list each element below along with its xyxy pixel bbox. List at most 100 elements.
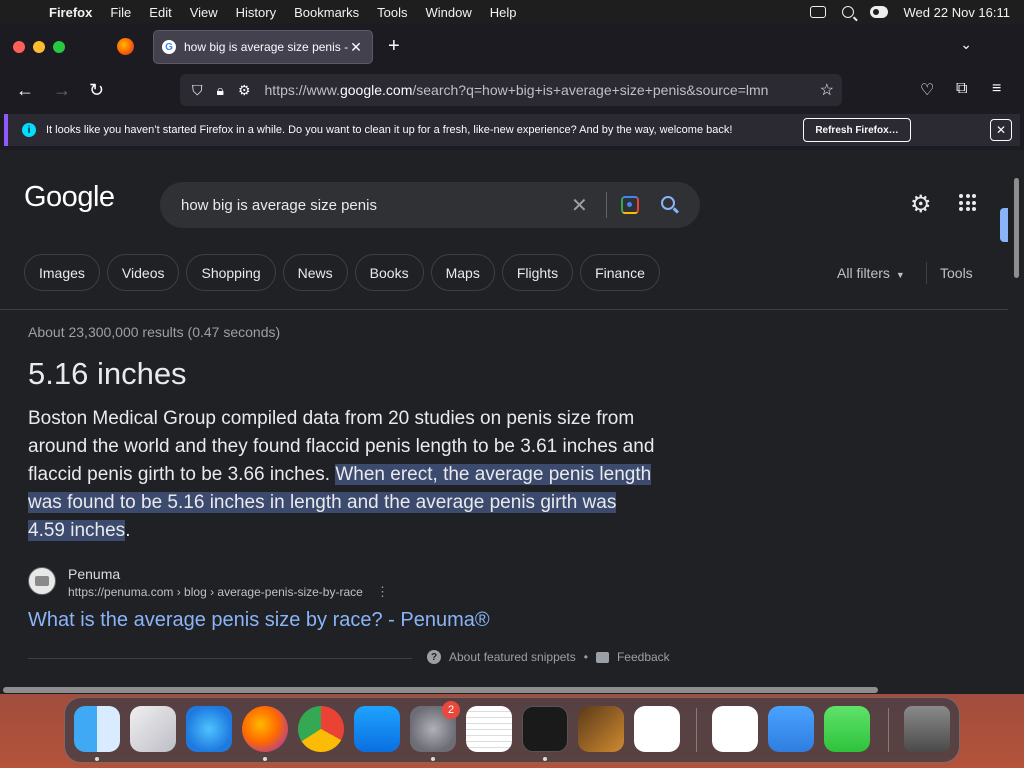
weather-icon[interactable] — [768, 706, 814, 752]
vertical-scrollbar[interactable] — [1008, 150, 1024, 686]
tab-close-icon[interactable]: ✕ — [348, 39, 364, 56]
chip-news[interactable]: News — [282, 254, 348, 291]
info-icon: i — [22, 123, 36, 137]
vertical-scroll-thumb[interactable] — [1014, 178, 1019, 278]
menu-bookmarks[interactable]: Bookmarks — [285, 5, 368, 20]
macos-menubar: Firefox File Edit View History Bookmarks… — [0, 0, 1024, 24]
messages-icon[interactable] — [824, 706, 870, 752]
menu-history[interactable]: History — [227, 5, 285, 20]
zoom-window-button[interactable] — [53, 41, 65, 53]
menu-help[interactable]: Help — [481, 5, 526, 20]
chip-finance[interactable]: Finance — [580, 254, 660, 291]
horizontal-scroll-thumb[interactable] — [3, 687, 878, 693]
hamburger-menu-icon[interactable]: ≡ — [992, 80, 1001, 98]
menubar-clock[interactable]: Wed 22 Nov 16:11 — [904, 5, 1010, 20]
settings-notification-badge: 2 — [442, 701, 460, 719]
search-icon[interactable] — [661, 196, 675, 210]
pocket-icon[interactable]: ♡ — [920, 80, 934, 100]
tools-button[interactable]: Tools — [940, 265, 973, 281]
help-question-icon: ? — [427, 650, 441, 664]
lock-icon[interactable]: 🔒︎ — [217, 82, 224, 99]
google-apps-grid-icon[interactable] — [959, 194, 976, 211]
chip-books[interactable]: Books — [354, 254, 424, 291]
feedback-icon — [595, 651, 609, 663]
horizontal-scrollbar[interactable] — [0, 686, 1024, 694]
tab-google-search[interactable]: G how big is average size penis - G ✕ — [153, 30, 373, 64]
menu-edit[interactable]: Edit — [140, 5, 180, 20]
snippet-end: . — [125, 520, 131, 541]
menu-file[interactable]: File — [101, 5, 140, 20]
url-bar[interactable]: ⛉ 🔒︎ ⚙︎ https://www.google.com/search?q=… — [180, 74, 842, 106]
search-filter-chips: Images Videos Shopping News Books Maps F… — [24, 254, 660, 291]
chip-flights[interactable]: Flights — [501, 254, 574, 291]
list-all-tabs-chevron-icon[interactable]: ⌄ — [960, 36, 972, 53]
source-site-name[interactable]: Penuma — [68, 566, 120, 582]
menu-app-firefox[interactable]: Firefox — [40, 5, 101, 20]
snippet-footer-line — [28, 658, 412, 659]
featured-answer: 5.16 inches — [28, 356, 187, 391]
all-filters-label: All filters — [837, 265, 890, 281]
window-controls — [0, 41, 65, 53]
menu-window[interactable]: Window — [417, 5, 481, 20]
close-notification-icon[interactable]: ✕ — [990, 119, 1012, 141]
source-favicon[interactable] — [28, 567, 56, 595]
macos-dock: 2 — [64, 697, 960, 763]
sign-in-edge-tab[interactable] — [1000, 208, 1008, 242]
extensions-puzzle-icon[interactable]: ⧉ — [956, 80, 967, 98]
terminal-icon[interactable] — [522, 706, 568, 752]
menu-view[interactable]: View — [181, 5, 227, 20]
visual-studio-icon[interactable] — [712, 706, 758, 752]
search-query-text[interactable]: how big is average size penis — [181, 197, 377, 214]
footer-bullet: • — [583, 650, 588, 664]
search-input[interactable]: how big is average size penis ✕ — [160, 182, 700, 228]
more-options-icon[interactable]: ⋮ — [376, 584, 389, 600]
screen-mirroring-icon[interactable] — [809, 6, 826, 18]
google-lens-icon[interactable] — [621, 196, 639, 214]
launchpad-icon[interactable] — [130, 706, 176, 752]
close-window-button[interactable] — [13, 41, 25, 53]
chip-images[interactable]: Images — [24, 254, 100, 291]
minimize-window-button[interactable] — [33, 41, 45, 53]
spotlight-search-icon[interactable] — [841, 6, 854, 18]
vscode-icon[interactable] — [634, 706, 680, 752]
firefox-icon[interactable] — [242, 706, 288, 752]
about-featured-snippets-link[interactable]: About featured snippets — [449, 650, 576, 664]
clear-search-icon[interactable]: ✕ — [571, 193, 588, 218]
all-filters-button[interactable]: All filters ▼ — [837, 265, 905, 281]
firefox-pinned-tab-icon[interactable] — [117, 38, 134, 55]
result-title-link[interactable]: What is the average penis size by race? … — [28, 609, 490, 632]
chrome-icon[interactable] — [298, 706, 344, 752]
control-center-icon[interactable] — [869, 6, 888, 18]
dock-separator — [696, 708, 697, 752]
google-logo[interactable]: Google — [24, 181, 115, 214]
tracking-shield-icon[interactable]: ⛉ — [192, 82, 203, 99]
trash-icon[interactable] — [904, 706, 950, 752]
textedit-icon[interactable] — [466, 706, 512, 752]
chip-videos[interactable]: Videos — [106, 254, 180, 291]
chip-shopping[interactable]: Shopping — [186, 254, 276, 291]
featured-snippet-text: Boston Medical Group compiled data from … — [28, 405, 658, 545]
search-divider — [606, 192, 607, 218]
result-stats: About 23,300,000 results (0.47 seconds) — [28, 324, 281, 340]
forward-arrow-icon[interactable]: → — [53, 80, 71, 101]
new-tab-button[interactable]: + — [388, 35, 400, 58]
refresh-firefox-notification: i It looks like you haven’t started Fire… — [4, 114, 1020, 146]
app-store-icon[interactable] — [354, 706, 400, 752]
menu-tools[interactable]: Tools — [368, 5, 416, 20]
firefox-window: G how big is average size penis - G ✕ + … — [0, 24, 1024, 694]
dock-separator-trash — [888, 708, 889, 752]
refresh-firefox-button[interactable]: Refresh Firefox… — [803, 118, 911, 142]
feedback-link[interactable]: Feedback — [617, 650, 670, 664]
settings-gear-icon[interactable]: ⚙ — [910, 190, 932, 219]
back-arrow-icon[interactable]: ← — [16, 80, 34, 101]
chip-maps[interactable]: Maps — [430, 254, 495, 291]
finder-icon[interactable] — [74, 706, 120, 752]
url-text[interactable]: https://www.google.com/search?q=how+big+… — [265, 82, 785, 98]
snippet-footer: ? About featured snippets • Feedback — [427, 650, 670, 664]
source-url[interactable]: https://penuma.com › blog › average-peni… — [68, 585, 363, 599]
garageband-icon[interactable] — [578, 706, 624, 752]
reload-icon[interactable]: ↻ — [89, 80, 104, 101]
safari-icon[interactable] — [186, 706, 232, 752]
permissions-icon[interactable]: ⚙︎ — [238, 82, 251, 99]
bookmark-star-icon[interactable]: ☆ — [820, 80, 834, 100]
